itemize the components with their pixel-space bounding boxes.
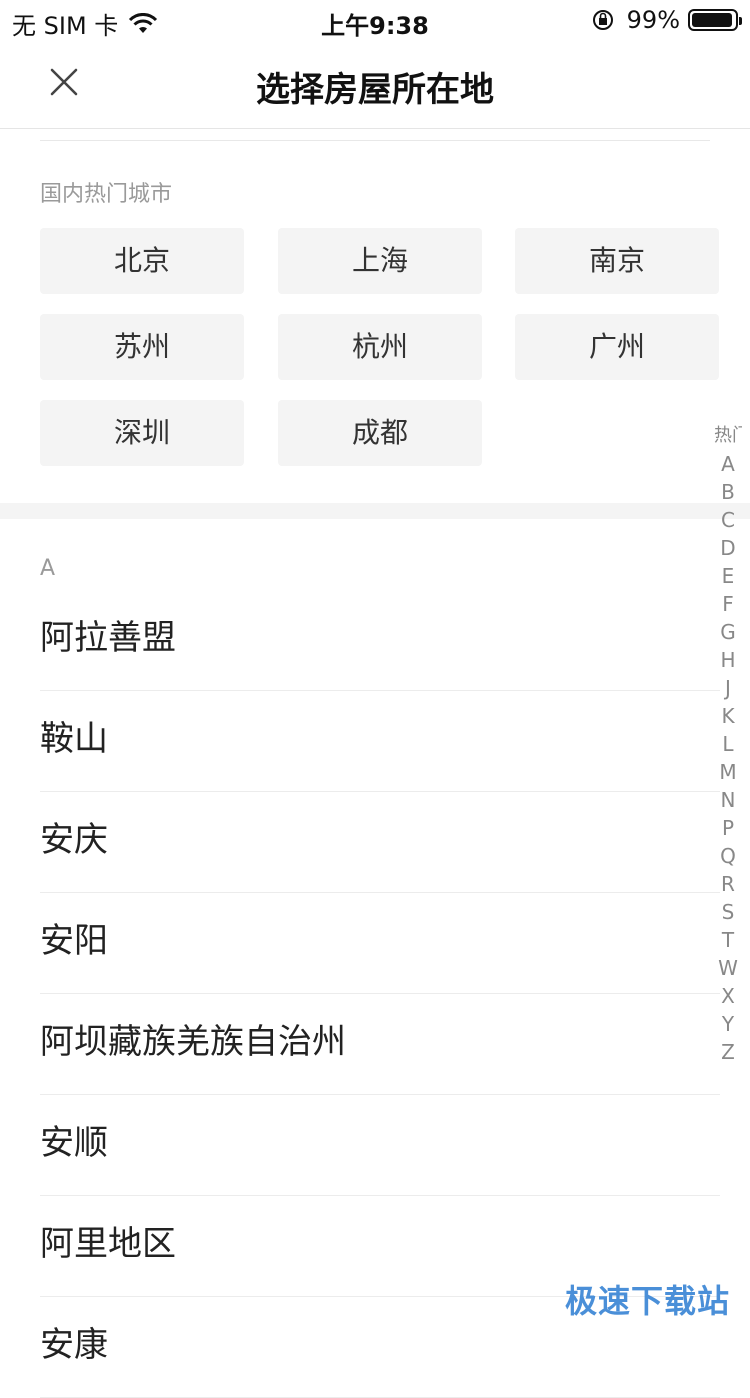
index-letter[interactable]: C (714, 506, 742, 534)
battery-percent: 99% (626, 6, 680, 34)
city-list-item[interactable]: 安阳 (40, 893, 720, 994)
hot-city-button[interactable]: 深圳 (40, 400, 244, 466)
section-separator (0, 503, 750, 519)
page-title: 选择房屋所在地 (256, 70, 494, 110)
index-letter[interactable]: D (714, 534, 742, 562)
city-list-item[interactable]: 鞍山 (40, 691, 720, 792)
hot-cities-label: 国内热门城市 (40, 182, 173, 207)
index-letter[interactable]: A (714, 450, 742, 478)
status-bar: 无 SIM 卡 上午9:38 99% (0, 0, 750, 40)
index-letter-hot[interactable]: 热门 (714, 422, 742, 450)
divider (40, 140, 710, 141)
index-letter[interactable]: N (714, 786, 742, 814)
status-right-group: 99% (591, 6, 742, 34)
hot-city-button[interactable]: 南京 (515, 228, 719, 294)
hot-city-button[interactable]: 上海 (278, 228, 482, 294)
index-letter[interactable]: R (714, 870, 742, 898)
index-letter[interactable]: F (714, 590, 742, 618)
hot-city-button[interactable]: 苏州 (40, 314, 244, 380)
battery-icon (688, 9, 742, 31)
index-letter[interactable]: T (714, 926, 742, 954)
index-letter[interactable]: X (714, 982, 742, 1010)
hot-city-button[interactable]: 成都 (278, 400, 482, 466)
index-letter[interactable]: W (714, 954, 742, 982)
index-letter[interactable]: E (714, 562, 742, 590)
index-letter[interactable]: Q (714, 842, 742, 870)
index-letter[interactable]: H (714, 646, 742, 674)
city-list-item[interactable]: 阿坝藏族羌族自治州 (40, 994, 720, 1095)
nav-bar: 选择房屋所在地 (0, 40, 750, 129)
index-letter[interactable]: M (714, 758, 742, 786)
city-list-item[interactable]: 阿拉善盟 (40, 590, 720, 691)
hot-city-button[interactable]: 广州 (515, 314, 719, 380)
city-list-item[interactable]: 安庆 (40, 792, 720, 893)
index-letter[interactable]: K (714, 702, 742, 730)
hot-city-button[interactable]: 北京 (40, 228, 244, 294)
index-letter[interactable]: Y (714, 1010, 742, 1038)
hot-city-button[interactable]: 杭州 (278, 314, 482, 380)
index-letter[interactable]: S (714, 898, 742, 926)
index-letter[interactable]: G (714, 618, 742, 646)
index-letter[interactable]: Z (714, 1038, 742, 1066)
index-letter[interactable]: J (714, 674, 742, 702)
city-list-item[interactable]: 安顺 (40, 1095, 720, 1196)
section-header-a: A (40, 556, 56, 581)
watermark-logo: 极速下载站 (564, 1282, 730, 1320)
index-letter[interactable]: L (714, 730, 742, 758)
index-letter[interactable]: B (714, 478, 742, 506)
orientation-lock-icon (592, 10, 613, 30)
index-letter[interactable]: P (714, 814, 742, 842)
alphabet-index-bar: 热门 A B C D E F G H J K L M N P Q R S T W… (714, 422, 742, 1066)
